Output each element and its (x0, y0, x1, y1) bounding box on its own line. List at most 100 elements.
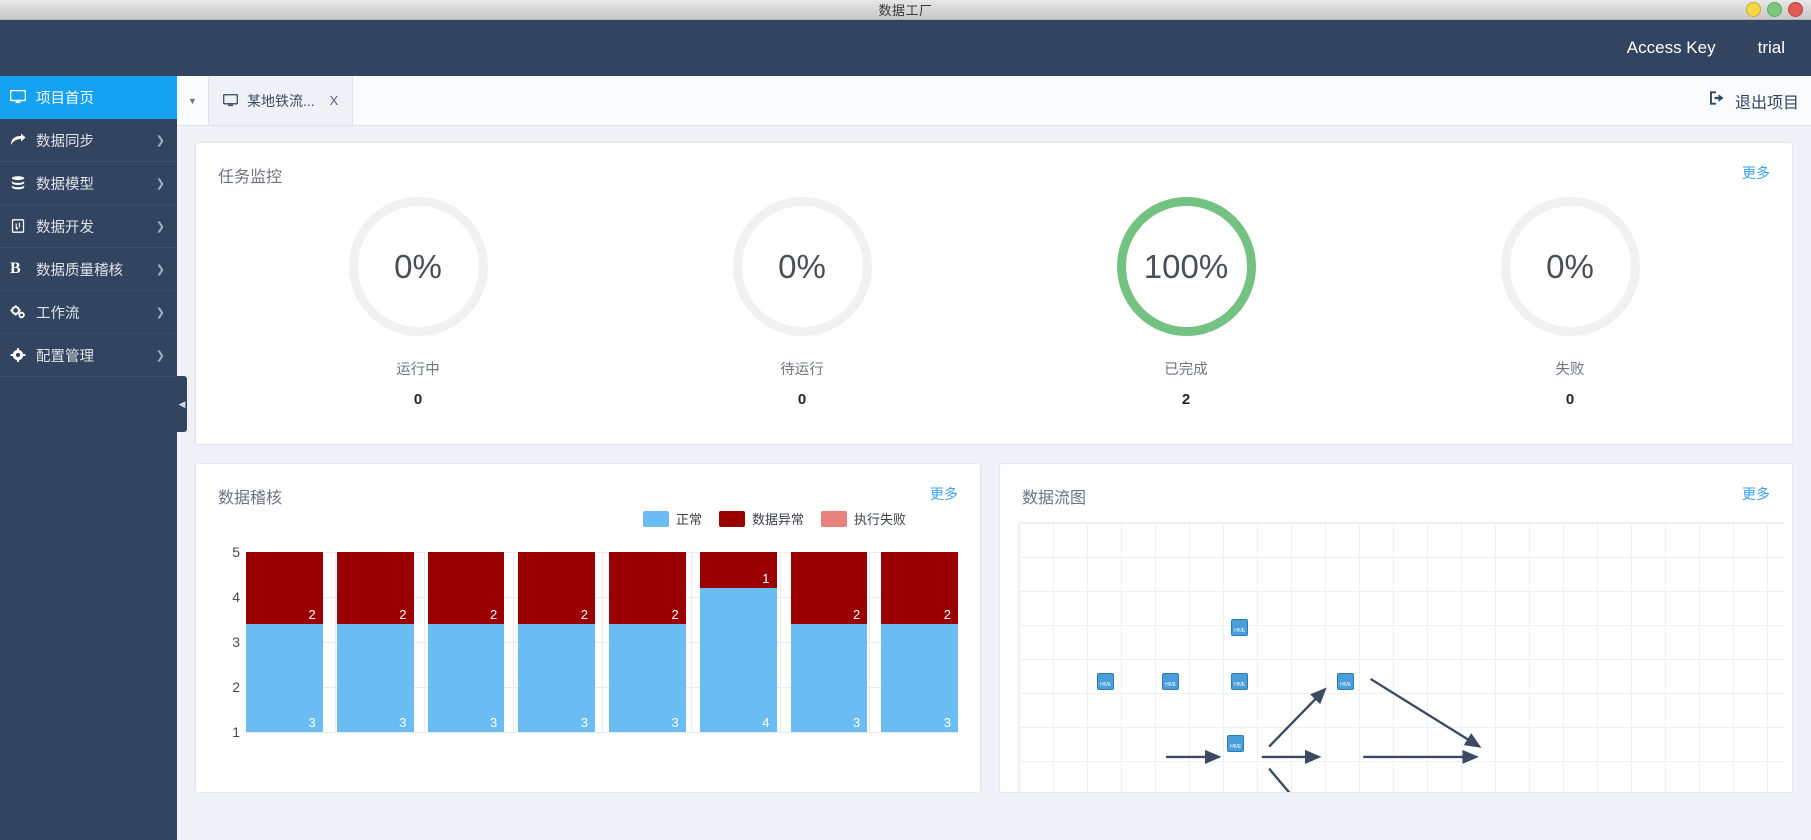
sidebar-item-label: 数据模型 (36, 176, 94, 193)
stat-count: 0 (797, 391, 807, 408)
chevron-right-icon: ❯ (155, 306, 165, 319)
stat-label: 失败 (1555, 362, 1585, 378)
bold-b-icon: B (10, 260, 21, 277)
legend-label: 正常 (676, 512, 703, 527)
legend-item-abnormal[interactable]: 数据异常 (719, 509, 804, 528)
chart-bar-value: 3 (490, 715, 498, 730)
access-key-link[interactable]: Access Key (1627, 38, 1716, 58)
chart-bar-segment: 3 (246, 624, 323, 732)
chevron-right-icon: ❯ (155, 349, 165, 362)
chart-bar-segment: 2 (246, 552, 323, 624)
chart-bar[interactable]: 23 (336, 552, 414, 732)
data-flow-canvas[interactable]: HIVE HIVE HIVE HIVE HIVE HIVE (1018, 522, 1784, 792)
chart-bar-value: 2 (671, 607, 679, 622)
task-monitor-header: 任务监控 更多 (196, 143, 1792, 187)
stat-count: 0 (413, 391, 423, 408)
chart-bar-segment: 1 (699, 552, 777, 588)
logout-icon (1709, 90, 1727, 111)
app-header: Access Key trial (0, 20, 1811, 76)
sidebar-item-workflow[interactable]: 工作流 ❯ (0, 291, 177, 334)
chart-bar-value: 2 (580, 607, 588, 622)
chart-bar-value: 2 (490, 607, 498, 622)
chart-legend: 正常 数据异常 执行失败 (643, 509, 915, 528)
gear-icon (10, 348, 36, 362)
maximize-button[interactable] (1767, 2, 1782, 17)
exit-project-button[interactable]: 退出项目 (1691, 76, 1811, 125)
main-content: ▼ 某地铁流... X 退出项目 任务监控 更多 0% 运行中 0 0% 待运行… (177, 76, 1811, 840)
legend-item-failed[interactable]: 执行失败 (821, 509, 906, 528)
sidebar-item-label: 项目首页 (36, 90, 94, 107)
chart-bar[interactable]: 23 (246, 552, 323, 732)
chart-bar-segment: 3 (336, 624, 414, 732)
sidebar-item-config[interactable]: 配置管理 ❯ (0, 334, 177, 377)
sidebar-item-data-sync[interactable]: 数据同步 ❯ (0, 119, 177, 162)
account-menu[interactable]: trial (1758, 38, 1785, 58)
stat-completed: 100% 已完成 2 (994, 197, 1378, 408)
sidebar-item-label: 配置管理 (36, 348, 94, 365)
chart-bar[interactable]: 23 (609, 552, 686, 732)
data-flow-more-link[interactable]: 更多 (1742, 484, 1770, 504)
hive-node[interactable]: HIVE (1337, 673, 1354, 690)
window-titlebar: 数据工厂 (0, 0, 1811, 20)
sidebar-item-data-quality[interactable]: B 数据质量稽核 ❯ (0, 248, 177, 291)
legend-item-normal[interactable]: 正常 (643, 509, 702, 528)
chart-bar-value: 3 (399, 715, 407, 730)
exit-project-label: 退出项目 (1734, 94, 1799, 112)
hive-node[interactable]: HIVE (1097, 673, 1114, 690)
chart-bar-segment: 3 (881, 624, 958, 732)
task-monitor-stats: 0% 运行中 0 0% 待运行 0 100% 已完成 2 0% 失败 0 (196, 187, 1792, 408)
donut-chart: 0% (1500, 197, 1640, 336)
database-icon (10, 176, 36, 190)
hive-node[interactable]: HIVE (1162, 673, 1179, 690)
chart-bar-value: 2 (308, 607, 316, 622)
data-audit-title: 数据稽核 (218, 490, 283, 507)
chart-bar-segment: 2 (427, 552, 505, 624)
stat-label: 运行中 (396, 362, 440, 378)
chart-bar-segment: 3 (609, 624, 686, 732)
chart-bar-segment: 4 (699, 588, 777, 732)
hive-node[interactable]: HIVE (1231, 619, 1248, 636)
chart-bar[interactable]: 14 (699, 552, 777, 732)
y-tick: 2 (232, 679, 240, 695)
sidebar-item-home[interactable]: 项目首页 (0, 76, 177, 119)
chart-bar[interactable]: 23 (790, 552, 868, 732)
chevron-right-icon: ❯ (155, 177, 165, 190)
task-monitor-more-link[interactable]: 更多 (1742, 163, 1770, 183)
chart-bar-segment: 2 (518, 552, 595, 624)
minimize-button[interactable] (1746, 2, 1761, 17)
chart-bar-value: 3 (671, 715, 679, 730)
tab-project[interactable]: 某地铁流... X (209, 76, 354, 125)
chart-bar[interactable]: 23 (881, 552, 958, 732)
hive-node[interactable]: HIVE (1231, 673, 1248, 690)
tab-strip: ▼ 某地铁流... X 退出项目 (177, 76, 1811, 126)
tab-list-dropdown[interactable]: ▼ (177, 76, 209, 125)
gears-icon (10, 305, 36, 319)
data-flow-card: 数据流图 更多 HIVE HIVE HIVE HIVE HIVE HIVE (999, 463, 1793, 793)
stat-label: 待运行 (780, 362, 824, 378)
sidebar-collapse-handle[interactable]: ◀ (177, 376, 187, 432)
sidebar-item-label: 数据开发 (36, 219, 94, 236)
sidebar-item-label: 数据质量稽核 (36, 262, 123, 279)
data-audit-more-link[interactable]: 更多 (930, 484, 958, 504)
donut-percent: 0% (778, 247, 826, 285)
stat-pending: 0% 待运行 0 (610, 197, 994, 408)
close-button[interactable] (1788, 2, 1803, 17)
data-audit-card: 数据稽核 更多 正常 数据异常 执行失败 5 4 3 2 1 2 3 2 3 2… (195, 463, 981, 793)
sidebar-item-data-dev[interactable]: 数据开发 ❯ (0, 205, 177, 248)
tab-close-icon[interactable]: X (330, 93, 339, 108)
chart-bar-segment: 3 (790, 624, 868, 732)
hive-node[interactable]: HIVE (1227, 735, 1244, 752)
share-arrow-icon (10, 133, 36, 147)
chart-bar[interactable]: 23 (518, 552, 595, 732)
chart-bar-segment: 3 (427, 624, 505, 732)
tab-strip-spacer (353, 76, 1691, 125)
chart-bar[interactable]: 23 (427, 552, 505, 732)
chevron-down-icon: ▼ (188, 95, 197, 106)
tab-label: 某地铁流... (247, 92, 315, 109)
stat-count: 2 (1181, 391, 1191, 408)
donut-chart: 100% (1116, 197, 1256, 336)
file-code-icon (10, 219, 36, 233)
chart-bar-segment: 3 (518, 624, 595, 732)
stat-failed: 0% 失败 0 (1378, 197, 1762, 408)
sidebar-item-data-model[interactable]: 数据模型 ❯ (0, 162, 177, 205)
